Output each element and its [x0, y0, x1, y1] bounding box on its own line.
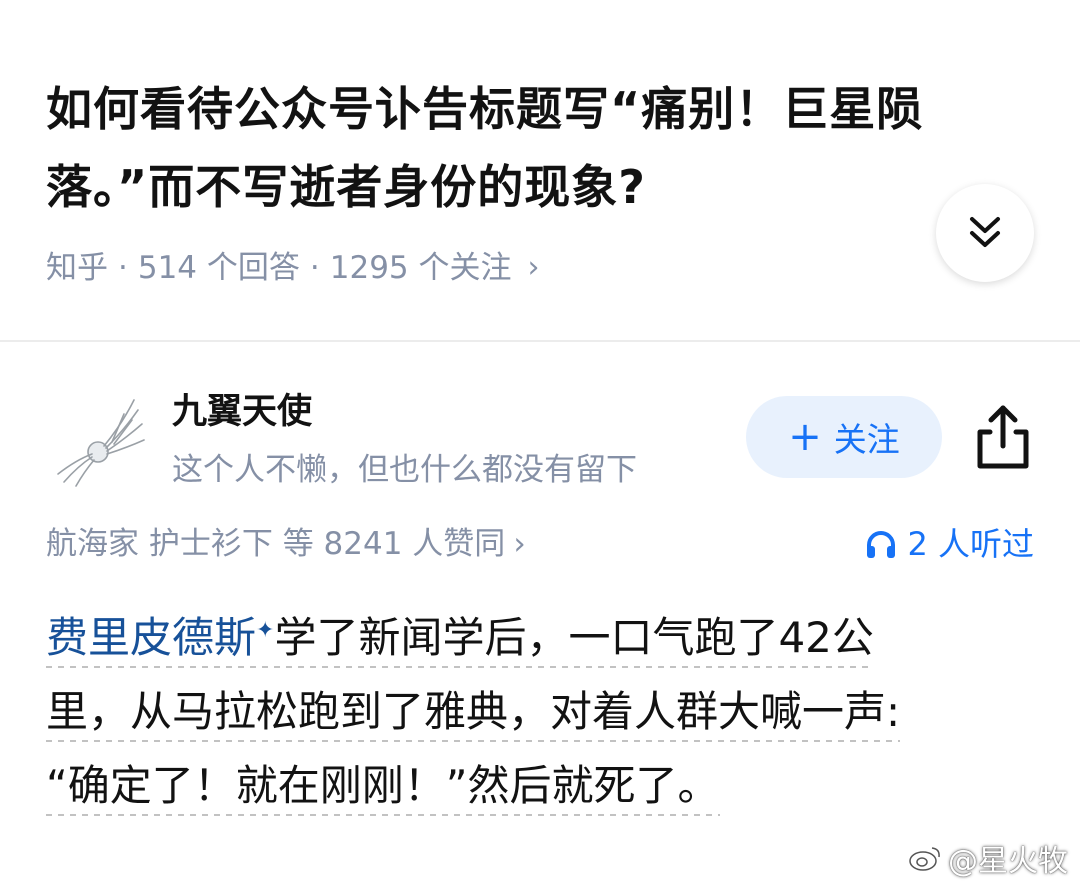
answer-count: 514 个回答	[137, 250, 300, 286]
chevron-right-icon: ›	[527, 250, 540, 285]
expand-down-icon	[970, 217, 1000, 247]
avatar[interactable]	[52, 394, 148, 490]
plus-icon: +	[788, 414, 822, 460]
section-divider	[0, 340, 1080, 342]
sparkle-icon: ✦	[256, 618, 275, 643]
listened-text: 2 人听过	[907, 525, 1034, 563]
watermark-text: @星火牧	[948, 844, 1068, 879]
chevron-right-icon: ›	[513, 526, 526, 562]
answer-text: 学了新闻学后，一口气跑了42公	[274, 613, 874, 662]
question-meta[interactable]: 知乎 · 514 个回答 · 1295 个关注 ›	[46, 246, 540, 290]
upvote-summary[interactable]: 航海家 护士衫下 等 8241 人赞同 ›	[46, 522, 526, 566]
mention-link[interactable]: 费里皮德斯	[46, 613, 256, 662]
upvote-text: 航海家 护士衫下 等 8241 人赞同	[46, 526, 506, 562]
author-name[interactable]: 九翼天使	[172, 388, 312, 436]
answer-line: 费里皮德斯✦学了新闻学后，一口气跑了42公	[46, 613, 874, 668]
expand-button[interactable]	[936, 184, 1034, 282]
watermark: @星火牧	[908, 836, 1068, 880]
answer-body: 费里皮德斯✦学了新闻学后，一口气跑了42公 里，从马拉松跑到了雅典，对着人群大喊…	[46, 594, 1036, 823]
answer-line: “确定了！就在刚刚！”然后就死了。	[46, 761, 720, 816]
meta-separator: ·	[118, 250, 128, 286]
angel-wing-avatar-icon	[52, 394, 148, 490]
share-icon[interactable]	[972, 402, 1034, 472]
follow-button[interactable]: + 关注	[746, 396, 942, 478]
follow-label: 关注	[833, 420, 900, 459]
question-title: 如何看待公众号讣告标题写“痛别！巨星陨落。”而不写逝者身份的现象?	[46, 82, 924, 214]
author-bio: 这个人不懒，但也什么都没有留下	[172, 452, 637, 488]
meta-separator: ·	[309, 250, 320, 286]
source-label: 知乎	[46, 250, 108, 286]
listened-indicator[interactable]: 2 人听过	[865, 522, 1034, 566]
follower-count: 1295 个关注	[329, 250, 512, 286]
answer-line: 里，从马拉松跑到了雅典，对着人群大喊一声:	[46, 687, 901, 742]
weibo-icon	[909, 847, 940, 871]
headphones-icon	[867, 531, 896, 558]
